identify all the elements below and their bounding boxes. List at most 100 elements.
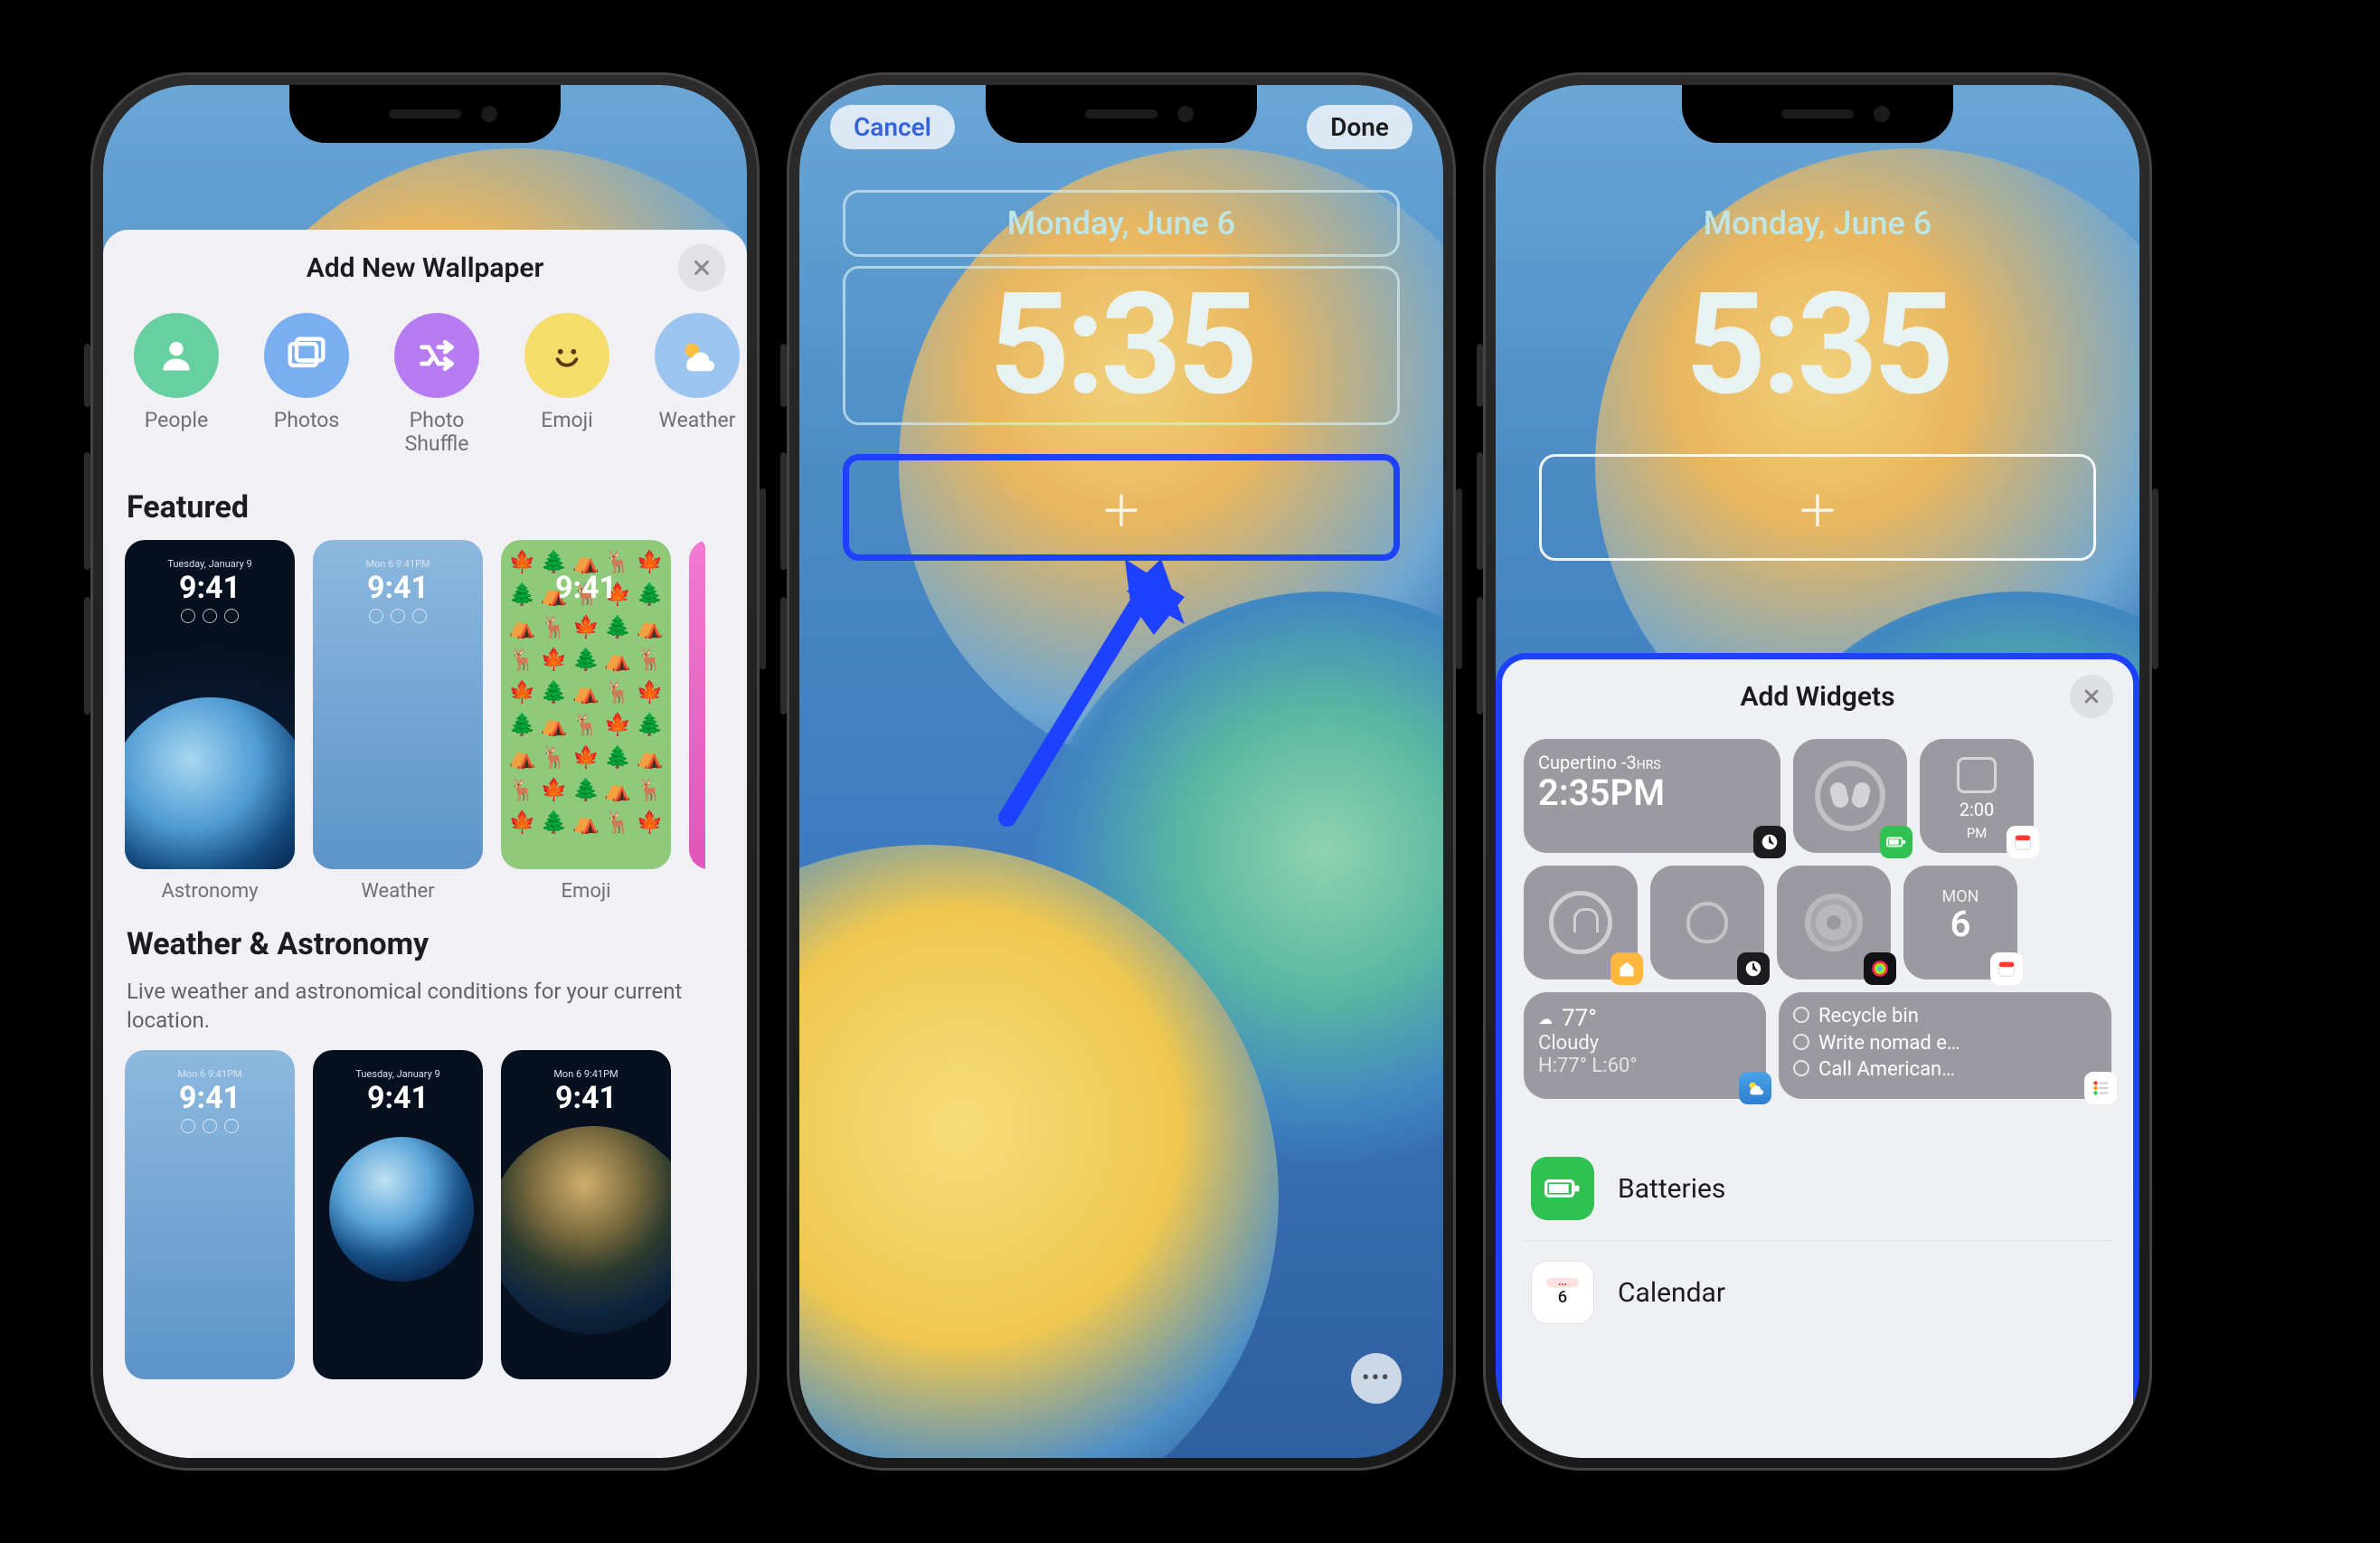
- cloud-icon: ☁︎: [1538, 1010, 1553, 1027]
- plus-icon: ＋: [1796, 476, 1839, 539]
- clock-app-icon: [1753, 826, 1786, 858]
- clock-app-icon: [1737, 952, 1770, 985]
- phone-1: Add New Wallpaper People Photos PhotoShuff…: [90, 72, 760, 1471]
- ellipsis-icon: •••: [1362, 1365, 1391, 1392]
- time-slot[interactable]: 5:35: [1539, 266, 2096, 425]
- world-time: 2:35PM: [1538, 772, 1766, 814]
- side-button: [84, 344, 90, 407]
- side-button: [1477, 344, 1483, 407]
- photos-icon: [264, 313, 349, 398]
- calendar-app-icon: [1990, 952, 2023, 985]
- side-button: [780, 452, 787, 570]
- category-label: PhotoShuffle: [383, 409, 490, 457]
- cal-dow: MON: [1918, 887, 2003, 906]
- side-button: [84, 452, 90, 570]
- sheet-title: Add New Wallpaper: [307, 252, 544, 284]
- person-icon: [134, 313, 219, 398]
- wallpaper-thumb-weather[interactable]: Mon 6 9:41PM9:41: [125, 1050, 295, 1379]
- category-label: Emoji: [514, 409, 620, 432]
- app-row-calendar[interactable]: •••6 Calendar: [1524, 1240, 2111, 1344]
- wallpaper-thumb-earth2[interactable]: Tuesday, January 99:41: [313, 1050, 483, 1379]
- thumb-caption: Weather: [313, 869, 483, 903]
- world-city: Cupertino: [1538, 752, 1617, 773]
- cal-day: 6: [1918, 903, 2003, 945]
- wallpaper-thumb-pink[interactable]: [689, 540, 705, 903]
- section-heading: Weather & Astronomy: [103, 913, 747, 977]
- widget-fitness-rings[interactable]: [1777, 866, 1891, 980]
- widget-suggestions: Cupertino -3HRS 2:35PM: [1502, 734, 2133, 1128]
- time-slot[interactable]: 5:35: [843, 266, 1400, 425]
- screen: Add New Wallpaper People Photos PhotoShuff…: [103, 85, 747, 1458]
- lock-date: Monday, June 6: [1704, 204, 1932, 242]
- category-photos[interactable]: Photos: [253, 313, 360, 457]
- annotation-arrow: [971, 537, 1188, 848]
- add-widget-slot[interactable]: ＋: [1539, 454, 2096, 561]
- sheet-title: Add Widgets: [1741, 681, 1895, 713]
- category-label: Weather: [644, 409, 747, 432]
- lock-date: Monday, June 6: [1007, 204, 1236, 242]
- category-people[interactable]: People: [123, 313, 230, 457]
- weather-astronomy-row[interactable]: Mon 6 9:41PM9:41Tuesday, January 99:41Mo…: [103, 1050, 747, 1390]
- widget-weather[interactable]: ☁︎77° Cloudy H:77° L:60°: [1524, 992, 1766, 1099]
- widget-app-list: Batteries •••6 Calendar: [1502, 1128, 2133, 1344]
- category-label: Photos: [253, 409, 360, 432]
- featured-heading: Featured: [103, 462, 747, 540]
- wallpaper-thumb-weather[interactable]: Mon 6 9:41PM9:41Weather: [313, 540, 483, 903]
- notch: [1682, 85, 1953, 143]
- world-offset: -3: [1621, 752, 1637, 773]
- thumb-caption: Emoji: [501, 869, 671, 903]
- side-button: [1456, 488, 1462, 669]
- svg-text:6: 6: [1558, 1288, 1567, 1307]
- side-button: [1477, 452, 1483, 570]
- date-slot[interactable]: Monday, June 6: [1539, 190, 2096, 257]
- close-button[interactable]: [2070, 675, 2113, 718]
- fitness-app-icon: [1864, 952, 1896, 985]
- wallpaper-thumb-astronomy[interactable]: Tuesday, January 99:41Astronomy: [125, 540, 295, 903]
- screen: Cancel Done Monday, June 6 5:35 ＋ •••: [799, 85, 1443, 1458]
- app-label: Calendar: [1618, 1277, 1725, 1309]
- wallpaper-thumb-emoji[interactable]: 🍁🌲⛺🦌🍁🌲⛺🦌🍁🌲⛺🦌🍁🌲⛺🦌🍁🌲⛺🦌🍁🌲⛺🦌🍁🌲⛺🦌🍁🌲⛺🦌🍁🌲⛺🦌🍁🌲⛺🦌…: [501, 540, 671, 903]
- side-button: [760, 488, 766, 669]
- category-emoji[interactable]: Emoji: [514, 313, 620, 457]
- category-weather[interactable]: Weather: [644, 313, 747, 457]
- app-row-batteries[interactable]: Batteries: [1524, 1137, 2111, 1240]
- widget-home-lock[interactable]: [1524, 866, 1638, 980]
- cancel-button[interactable]: Cancel: [830, 105, 955, 149]
- calendar-icon: [1957, 757, 1997, 793]
- phone-3: Monday, June 6 5:35 ＋ Add Widgets: [1483, 72, 2152, 1471]
- widget-batteries-airpods[interactable]: [1793, 739, 1907, 853]
- done-button[interactable]: Done: [1307, 105, 1412, 149]
- reminder-line: Recycle bin: [1793, 1003, 2097, 1030]
- cal-app-icon: •••6: [1531, 1261, 1594, 1324]
- weather-temp: 77°: [1562, 1005, 1597, 1032]
- widget-calendar-day[interactable]: MON 6: [1903, 866, 2017, 980]
- reminder-line: Write nomad e…: [1793, 1030, 2097, 1057]
- lock-time: 5:35: [1686, 275, 1950, 416]
- screen: Monday, June 6 5:35 ＋ Add Widgets: [1496, 85, 2139, 1458]
- featured-row[interactable]: Tuesday, January 99:41AstronomyMon 6 9:4…: [103, 540, 747, 913]
- bat-app-icon: [1531, 1157, 1594, 1220]
- weather-app-icon: [1739, 1072, 1771, 1104]
- widget-calendar-next[interactable]: 2:00PM: [1920, 739, 2034, 853]
- category-photo-shuffle[interactable]: PhotoShuffle: [383, 313, 490, 457]
- widget-alarm[interactable]: [1650, 866, 1764, 980]
- more-button[interactable]: •••: [1351, 1353, 1402, 1404]
- batteries-app-icon: [1880, 826, 1912, 858]
- phone-2: Cancel Done Monday, June 6 5:35 ＋ •••: [787, 72, 1456, 1471]
- widget-world-clock[interactable]: Cupertino -3HRS 2:35PM: [1524, 739, 1780, 853]
- shuffle-icon: [394, 313, 479, 398]
- notch: [986, 85, 1257, 143]
- widget-reminders[interactable]: Recycle bin Write nomad e… Call American…: [1779, 992, 2111, 1099]
- weather-hl: H:77° L:60°: [1538, 1055, 1752, 1077]
- date-slot[interactable]: Monday, June 6: [843, 190, 1400, 257]
- category-row[interactable]: People Photos PhotoShuffle Emoji Weather: [103, 306, 747, 462]
- cal-time: 2:00: [1960, 799, 1995, 820]
- app-label: Batteries: [1618, 1173, 1725, 1205]
- close-button[interactable]: [678, 244, 725, 291]
- section-sub: Live weather and astronomical conditions…: [103, 977, 747, 1050]
- wallpaper-thumb-earth3[interactable]: Mon 6 9:41PM9:41: [501, 1050, 671, 1379]
- side-button: [780, 344, 787, 407]
- reminders-app-icon: [2084, 1072, 2117, 1104]
- notch: [289, 85, 561, 143]
- close-icon: [2082, 687, 2101, 705]
